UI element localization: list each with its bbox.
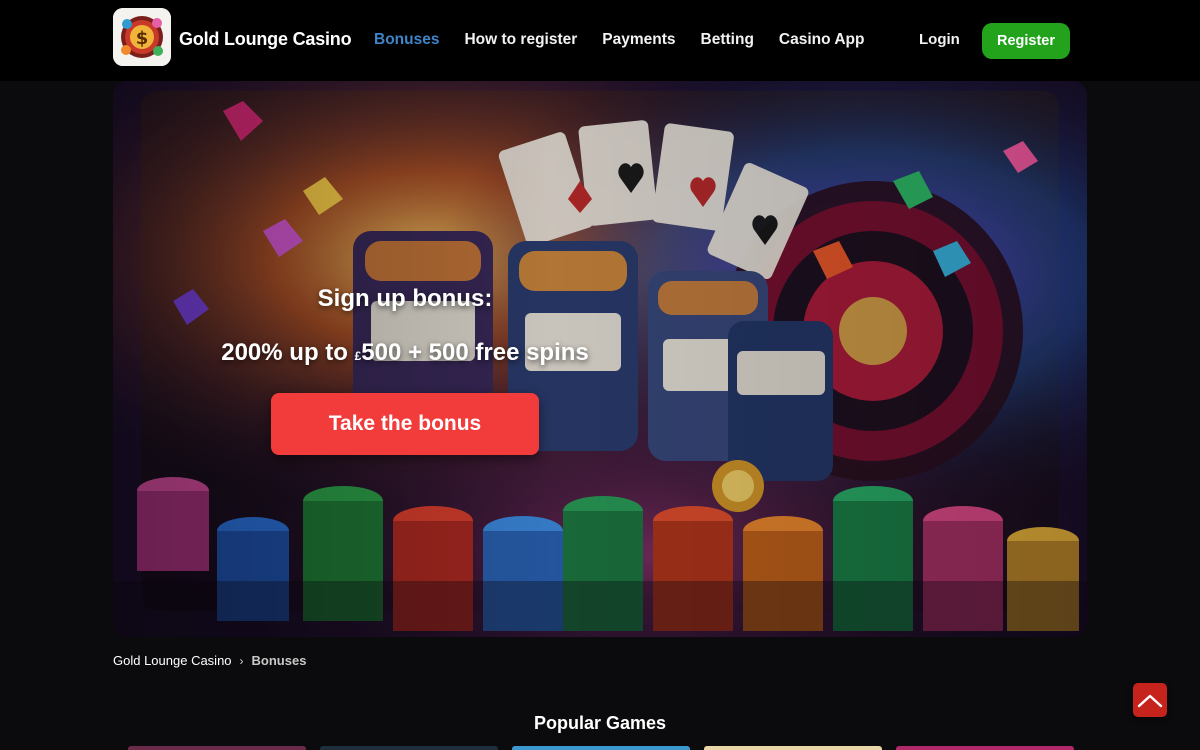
register-button[interactable]: Register (982, 23, 1070, 59)
game-card[interactable] (128, 746, 306, 750)
game-card[interactable] (512, 746, 690, 750)
game-card[interactable] (704, 746, 882, 750)
nav-item-betting[interactable]: Betting (701, 31, 754, 49)
nav-item-how-to-register[interactable]: How to register (464, 31, 577, 49)
casino-logo-icon[interactable]: $ (113, 8, 171, 66)
hero-title: Sign up bonus: (317, 285, 493, 312)
offer-prefix: 200% up to (221, 339, 355, 366)
svg-text:$: $ (136, 28, 149, 49)
games-carousel (128, 746, 1088, 750)
nav-item-casino-app[interactable]: Casino App (779, 31, 865, 49)
chevron-up-icon (1137, 694, 1163, 708)
hero-offer: 200% up to £500 + 500 free spins (113, 339, 697, 367)
popular-games-title: Popular Games (533, 713, 667, 733)
breadcrumb-home[interactable]: Gold Lounge Casino (113, 653, 232, 668)
breadcrumb: Gold Lounge Casino › Bonuses (113, 653, 306, 668)
nav-item-bonuses[interactable]: Bonuses (374, 31, 439, 49)
game-card[interactable] (896, 746, 1074, 750)
breadcrumb-separator: › (239, 653, 244, 668)
breadcrumb-current: Bonuses (251, 653, 307, 668)
scroll-to-top-button[interactable] (1133, 683, 1167, 717)
site-header: $ Gold Lounge Casino Bonuses How to regi… (0, 0, 1200, 81)
take-bonus-button[interactable]: Take the bonus (271, 393, 539, 455)
game-card[interactable] (320, 746, 498, 750)
main-nav: Bonuses How to register Payments Betting… (374, 31, 864, 49)
hero-banner: Sign up bonus: 200% up to £500 + 500 fre… (113, 81, 1087, 637)
brand-name[interactable]: Gold Lounge Casino (179, 29, 352, 50)
login-link[interactable]: Login (919, 31, 960, 48)
offer-suffix: 500 + 500 free spins (361, 339, 589, 366)
nav-item-payments[interactable]: Payments (602, 31, 675, 49)
